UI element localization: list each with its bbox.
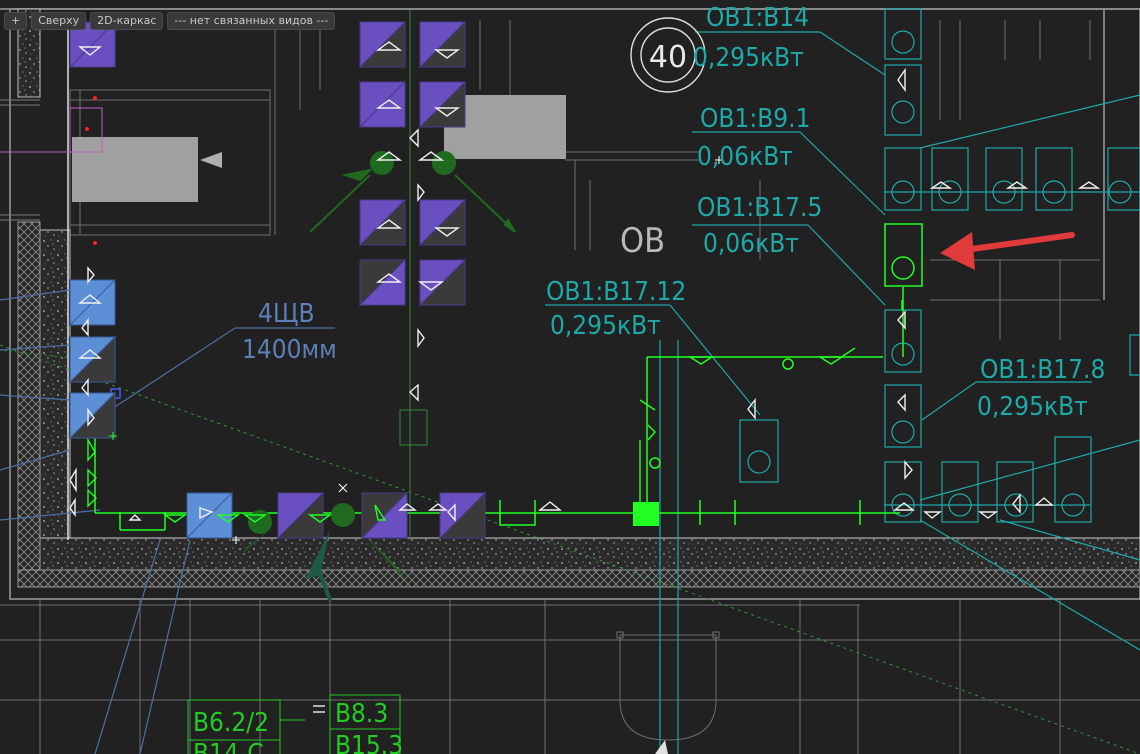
label-b83: B8.3 [335, 699, 388, 729]
equipment-blocks [72, 95, 566, 202]
label-b175-name: OB1:B17.5 [697, 193, 822, 223]
red-arrow [940, 232, 1075, 270]
visual-style-button[interactable]: 2D-каркас [90, 12, 164, 30]
label-b14-name: OB1:B14 [706, 3, 809, 33]
label-b14-power: 0,295кВт [693, 43, 804, 73]
label-b175-power: 0,06кВт [703, 229, 799, 259]
label-b14c: B14-C [193, 739, 264, 754]
scale-mark-text: 40 [649, 40, 687, 75]
label-b178-power: 0,295кВт [977, 392, 1088, 422]
label-b91-name: OB1:B9.1 [700, 104, 810, 134]
label-b178-name: OB1:B17.8 [980, 355, 1105, 385]
cad-drawing-canvas[interactable]: 40 OB1:B14 0,295кВт OB1:B9.1 0,06кВт OB1… [0, 0, 1140, 754]
dim-ticks [0, 99, 40, 221]
view-direction-button[interactable]: Сверху [31, 12, 87, 30]
label-shv-size: 1400мм [242, 335, 337, 365]
linked-views-dropdown[interactable]: --- нет связанных видов --- [167, 12, 336, 30]
label-b91-power: 0,06кВт [697, 142, 793, 172]
label-b1712-name: OB1:B17.12 [546, 277, 686, 307]
purple-fixtures [68, 20, 487, 540]
label-b62: B6.2/2 [193, 708, 269, 738]
viewport-plus-button[interactable]: + [4, 12, 28, 30]
label-ov: OB [620, 221, 665, 261]
label-b1712-power: 0,295кВт [550, 311, 661, 341]
label-shv-name: 4ЩВ [258, 299, 315, 329]
label-b153: B15.3 [335, 731, 403, 754]
viewport-toolbar: + Сверху 2D-каркас --- нет связанных вид… [4, 12, 336, 30]
